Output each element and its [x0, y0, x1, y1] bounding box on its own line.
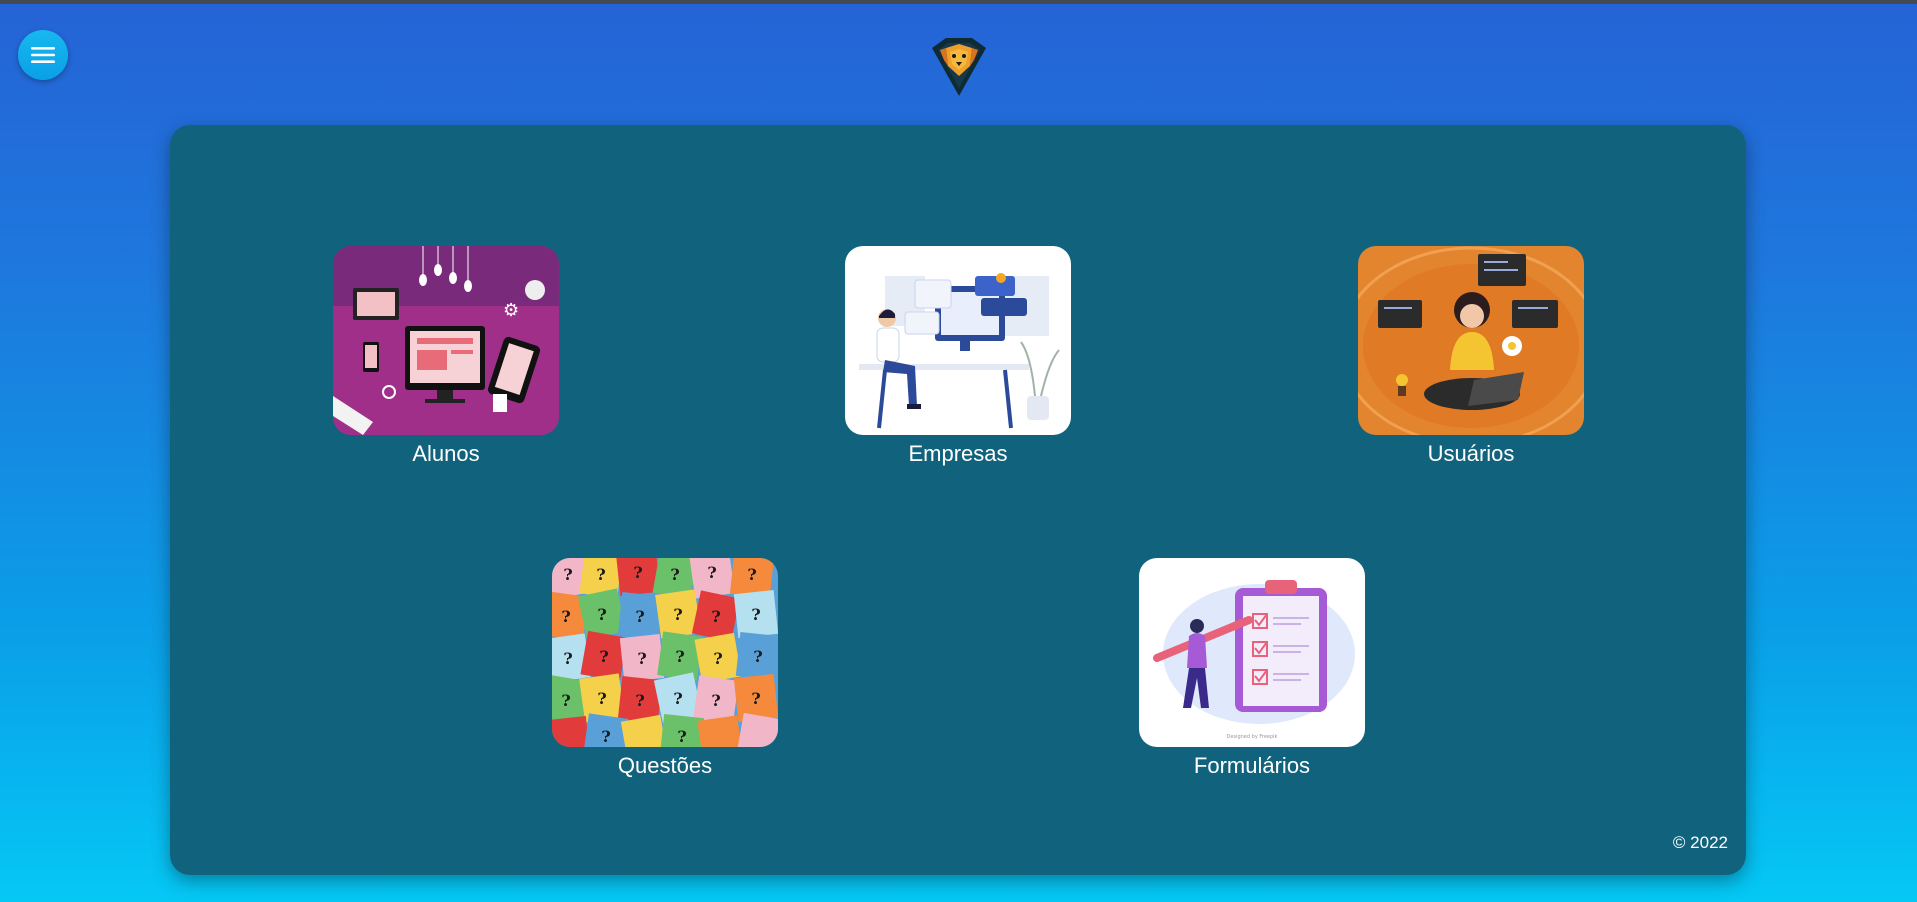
svg-text:?: ?	[561, 691, 570, 710]
svg-text:?: ?	[711, 607, 720, 626]
lion-logo-icon[interactable]	[926, 34, 992, 100]
card-label: Empresas	[908, 441, 1008, 466]
svg-text:⚙: ⚙	[503, 300, 519, 321]
svg-text:?: ?	[563, 649, 572, 668]
formularios-checklist-image: Designed by Freepik	[1139, 558, 1365, 747]
svg-text:?: ?	[673, 605, 682, 624]
svg-text:?: ?	[753, 647, 762, 666]
hamburger-menu-icon	[31, 47, 55, 63]
svg-text:?: ?	[707, 563, 716, 582]
card-alunos[interactable]: ⚙ Alunos	[333, 246, 559, 467]
card-questoes[interactable]: ??? ??? ??? ??? ??? ??? ??? ??? ?? Quest…	[552, 558, 778, 779]
svg-text:?: ?	[673, 689, 682, 708]
menu-button[interactable]	[18, 30, 68, 80]
questoes-notes-image: ??? ??? ??? ??? ??? ??? ??? ??? ??	[552, 558, 778, 747]
svg-text:?: ?	[751, 689, 760, 708]
svg-text:?: ?	[670, 565, 679, 584]
alunos-devices-image: ⚙	[333, 246, 559, 435]
copyright-text: © 2022	[1672, 833, 1728, 852]
svg-text:?: ?	[675, 647, 684, 666]
svg-text:?: ?	[677, 727, 686, 746]
svg-text:?: ?	[601, 727, 610, 746]
svg-text:?: ?	[633, 563, 642, 582]
card-label: Alunos	[412, 441, 480, 466]
svg-text:?: ?	[596, 565, 605, 584]
svg-text:?: ?	[597, 605, 606, 624]
card-label: Usuários	[1427, 441, 1515, 466]
card-formularios[interactable]: Designed by Freepik Formulários	[1139, 558, 1365, 779]
empresas-office-image	[845, 246, 1071, 435]
svg-text:?: ?	[597, 689, 606, 708]
card-usuarios[interactable]: Usuários	[1358, 246, 1584, 467]
svg-text:?: ?	[599, 647, 608, 666]
top-border	[0, 0, 1917, 4]
svg-text:?: ?	[747, 565, 756, 584]
svg-text:?: ?	[713, 649, 722, 668]
svg-text:?: ?	[561, 607, 570, 626]
usuarios-developer-image	[1358, 246, 1584, 435]
svg-text:?: ?	[635, 607, 644, 626]
svg-text:?: ?	[635, 691, 644, 710]
card-empresas[interactable]: Empresas	[845, 246, 1071, 467]
svg-text:?: ?	[711, 691, 720, 710]
svg-text:?: ?	[751, 605, 760, 624]
svg-text:Designed by Freepik: Designed by Freepik	[1227, 734, 1278, 740]
main-panel: ⚙ Alunos Empresas Usuários ? ? ? ? ? ? ?…	[170, 125, 1746, 875]
card-label: Formulários	[1193, 753, 1311, 778]
card-label: Questões	[617, 753, 713, 778]
svg-text:?: ?	[637, 649, 646, 668]
svg-text:?: ?	[563, 565, 572, 584]
